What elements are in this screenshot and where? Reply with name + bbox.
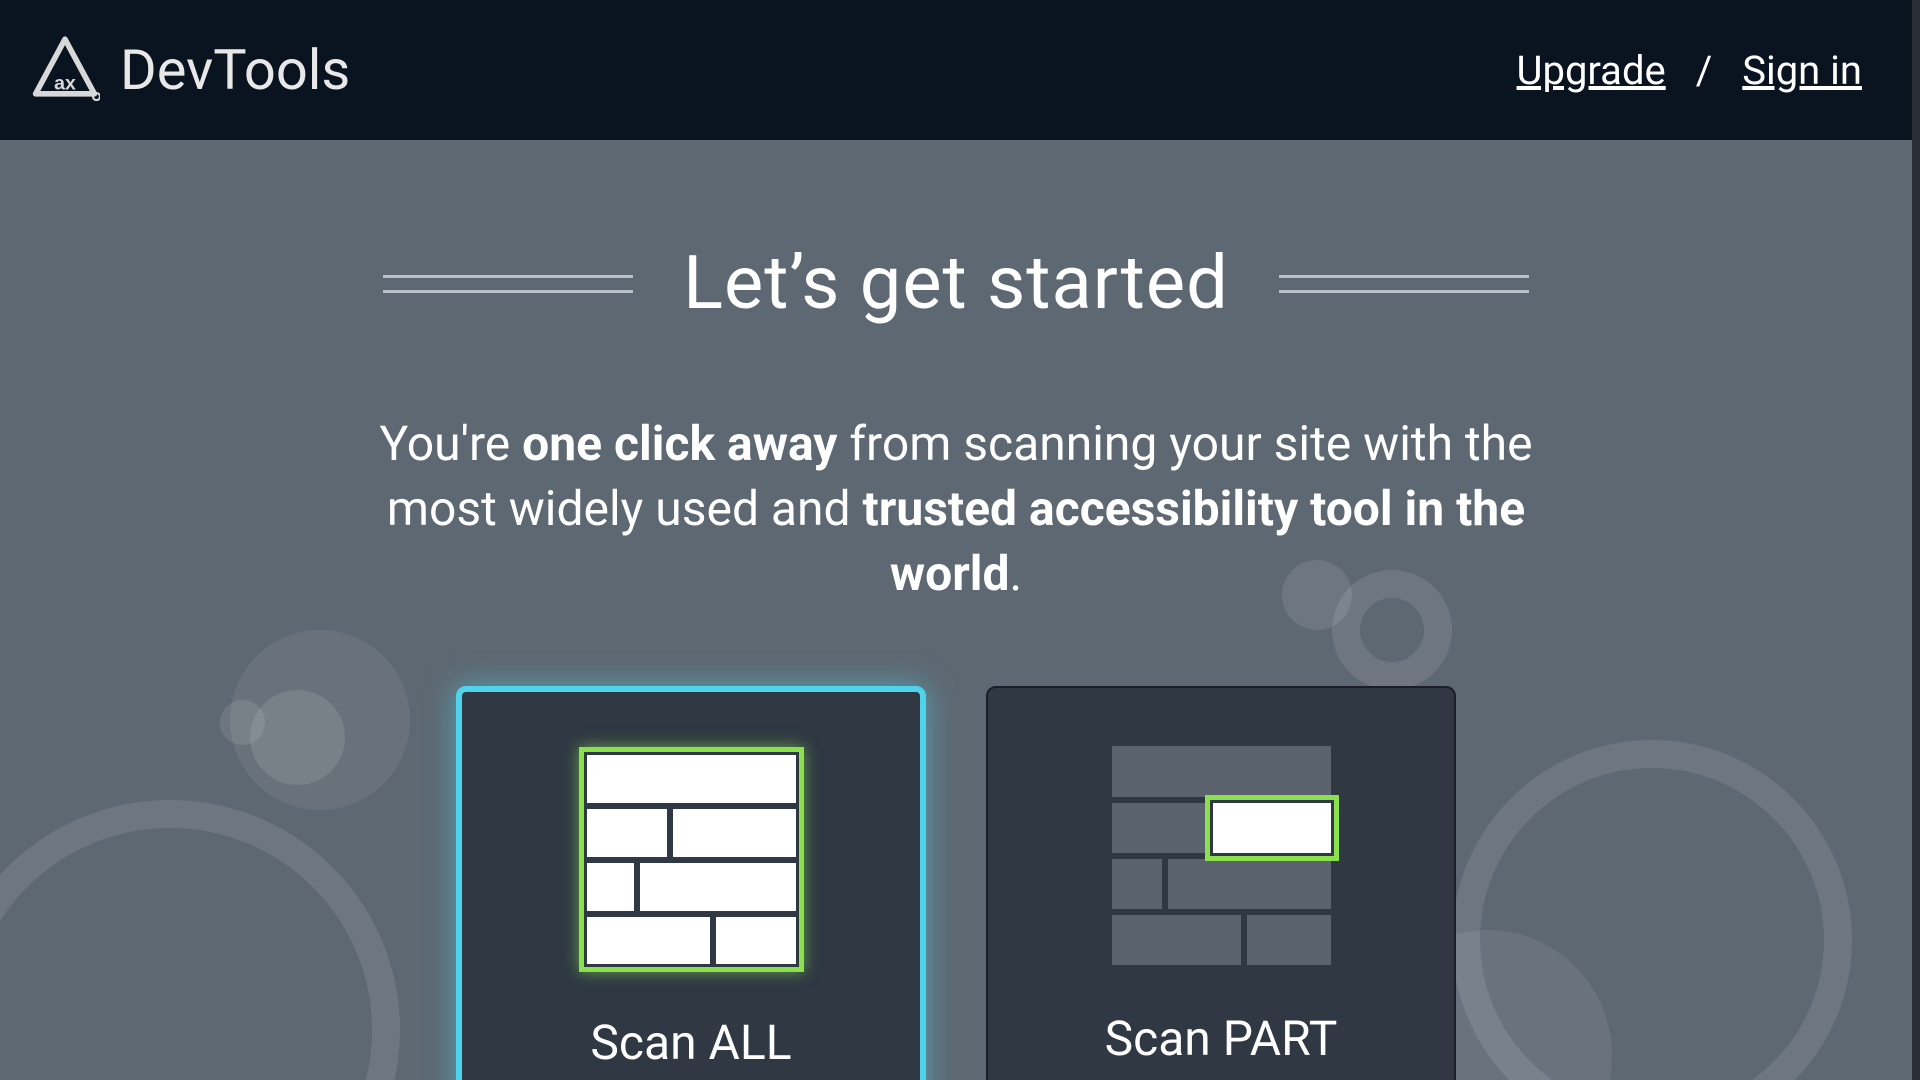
brand-name: DevTools — [120, 37, 350, 103]
signin-link[interactable]: Sign in — [1742, 47, 1862, 94]
scan-part-icon — [1109, 743, 1334, 968]
card-label-line: Scan ALL — [590, 1014, 791, 1071]
decorative-circle-icon — [250, 690, 345, 785]
scan-part-label: Scan PART of my page — [1102, 1008, 1340, 1080]
brand: ax DevTools — [30, 35, 350, 105]
card-label-line: of my page — [1102, 1073, 1340, 1080]
scan-options: Scan ALL of my page Scan PART of my page — [456, 686, 1456, 1080]
subtitle-bold: trusted accessibility tool in the world — [863, 480, 1526, 602]
subtitle-text: . — [1010, 545, 1023, 602]
axe-logo-icon: ax — [30, 35, 100, 105]
subtitle-bold: one click away — [522, 415, 837, 472]
title-row: Let’s get started — [383, 240, 1529, 327]
card-label-line: Scan PART — [1105, 1010, 1338, 1067]
scan-all-icon — [579, 747, 804, 972]
main-content: Let’s get started You're one click away … — [0, 140, 1920, 1080]
decorative-line-icon — [1279, 275, 1529, 293]
header: ax DevTools Upgrade / Sign in — [0, 0, 1920, 140]
page-title: Let’s get started — [683, 240, 1229, 327]
scan-part-card[interactable]: Scan PART of my page — [986, 686, 1456, 1080]
page-subtitle: You're one click away from scanning your… — [326, 412, 1586, 606]
svg-text:ax: ax — [54, 73, 76, 95]
upgrade-link[interactable]: Upgrade — [1517, 47, 1666, 94]
decorative-line-icon — [383, 275, 633, 293]
header-nav: Upgrade / Sign in — [1517, 47, 1862, 94]
decorative-circle-icon — [220, 700, 265, 745]
scan-all-label: Scan ALL of my page — [572, 1012, 810, 1080]
subtitle-text: You're — [379, 415, 522, 472]
scan-all-card[interactable]: Scan ALL of my page — [456, 686, 926, 1080]
nav-separator: / — [1696, 47, 1713, 94]
decorative-circle-icon — [0, 800, 400, 1080]
